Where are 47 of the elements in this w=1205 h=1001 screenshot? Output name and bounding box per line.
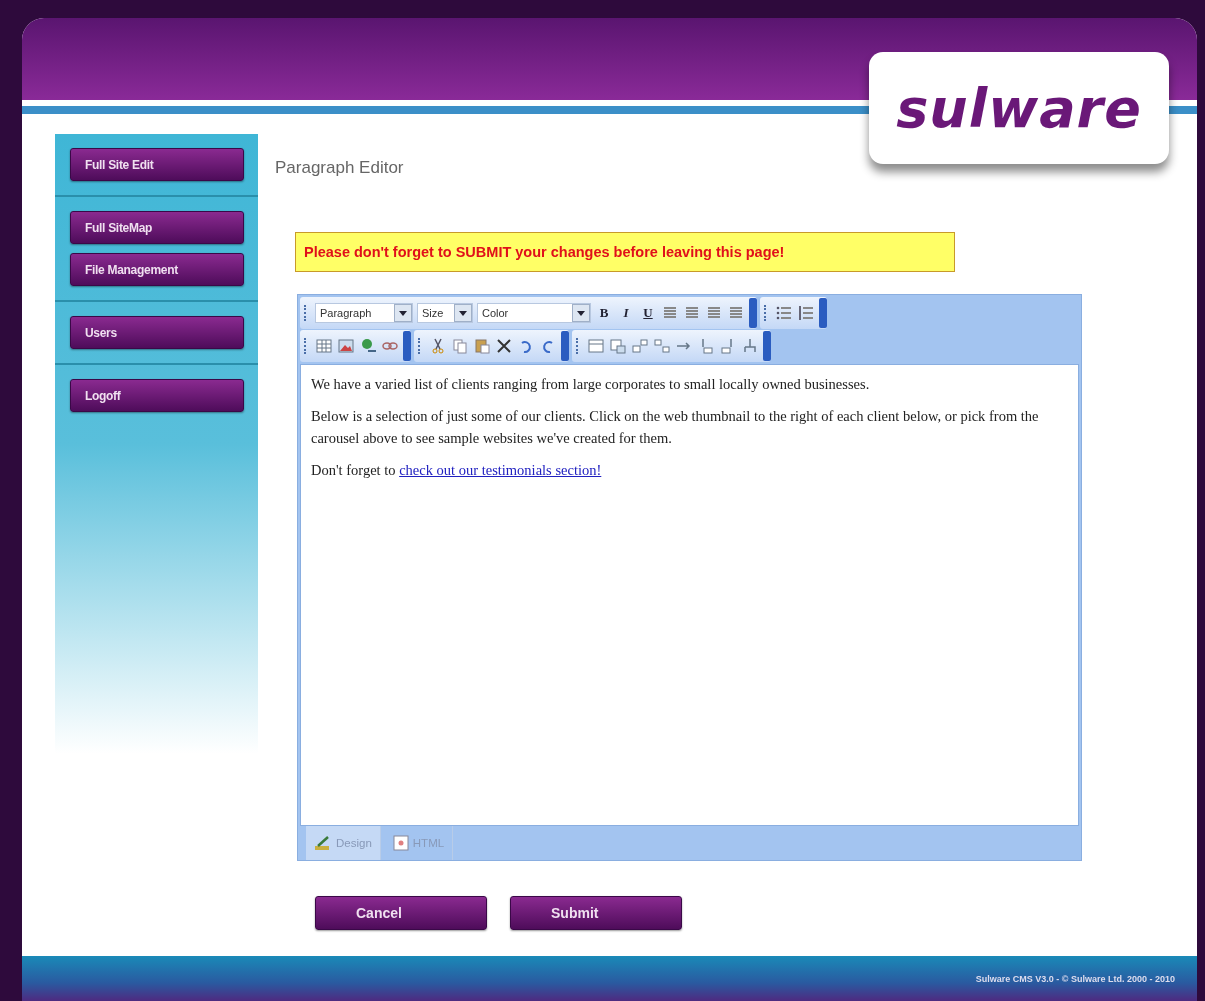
color-dropdown[interactable]: Color	[477, 303, 591, 323]
testimonials-link[interactable]: check out our testimonials section!	[399, 462, 602, 478]
page-title: Paragraph Editor	[275, 158, 405, 178]
size-dropdown[interactable]: Size	[417, 303, 473, 323]
format-dropdown[interactable]: Paragraph	[315, 303, 413, 323]
underline-button[interactable]: U	[639, 305, 657, 321]
dropdown-arrow-icon[interactable]	[459, 310, 467, 316]
globe-icon[interactable]	[359, 337, 377, 355]
toolbar-options-handle[interactable]	[819, 298, 827, 328]
paragraph: We have a varied list of clients ranging from large corporates to small locally owned businesses.	[311, 375, 871, 394]
sidebar-button[interactable]: Full Site Edit	[70, 148, 244, 181]
copyright-text: Sulware CMS V3.0 - © Sulware Ltd. 2000 - 2010	[975, 973, 1175, 984]
sidebar-button[interactable]: Users	[70, 316, 244, 349]
sidebar-button[interactable]: Logoff	[70, 379, 244, 412]
copy-icon[interactable]	[451, 337, 469, 355]
toolbar-grip[interactable]	[304, 338, 309, 354]
bold-button[interactable]: B	[595, 305, 613, 321]
delete-icon[interactable]	[495, 337, 513, 355]
action-button[interactable]: Submit	[510, 896, 682, 930]
image-icon[interactable]	[337, 337, 355, 355]
pencil-icon	[314, 835, 332, 851]
scissors-icon[interactable]	[429, 337, 447, 355]
table-properties-icon[interactable]	[609, 337, 627, 355]
dropdown-arrow-icon[interactable]	[399, 310, 407, 316]
table-icon[interactable]	[315, 337, 333, 355]
toolbar-options-handle[interactable]	[403, 331, 411, 361]
sulware-logo: sulware	[869, 52, 1169, 164]
editor-content[interactable]	[300, 364, 1079, 826]
toolbar-options-handle[interactable]	[763, 331, 771, 361]
numbered-list-icon[interactable]	[797, 304, 815, 322]
warning-message: Please don't forget to SUBMIT your changes before leaving this page!	[295, 232, 955, 272]
document-icon	[392, 835, 409, 851]
sidebar-button[interactable]: File Management	[70, 253, 244, 286]
sidebar-button[interactable]: Full SiteMap	[70, 211, 244, 244]
paragraph: Below is a selection of just some of our clients. Click on the web thumbnail to the right of each client below, or pick from the carousel above to see sample websites we've created for them.	[311, 407, 1040, 448]
bullet-list-icon[interactable]	[775, 304, 793, 322]
table-icon[interactable]	[587, 337, 605, 355]
toolbar-grip[interactable]	[418, 338, 423, 354]
paragraph: Don't forget to check out our testimonials section!	[311, 461, 603, 480]
toolbar-grip[interactable]	[304, 305, 309, 321]
toolbar-options-handle[interactable]	[749, 298, 757, 328]
toolbar-options-handle[interactable]	[561, 331, 569, 361]
dropdown-arrow-icon[interactable]	[577, 310, 585, 316]
italic-button[interactable]: I	[617, 305, 635, 321]
toolbar-grip[interactable]	[764, 305, 769, 321]
action-button[interactable]: Cancel	[315, 896, 487, 930]
toolbar-grip[interactable]	[576, 338, 581, 354]
